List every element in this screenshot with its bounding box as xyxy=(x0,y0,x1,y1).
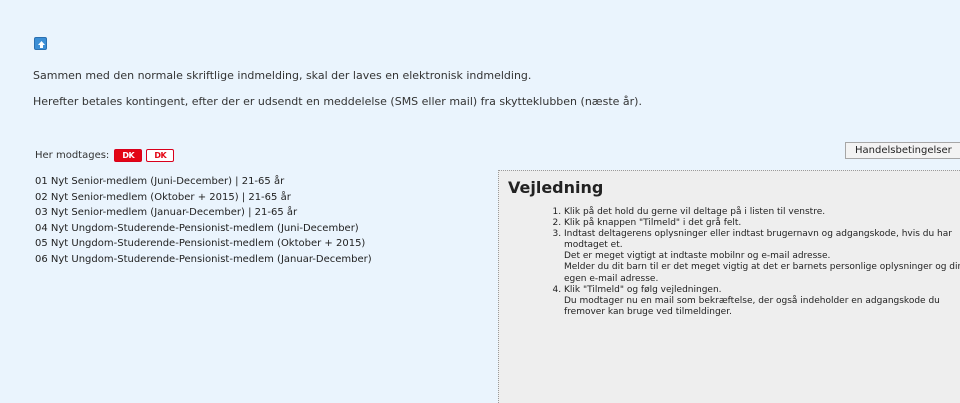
team-list-item[interactable]: 03 Nyt Senior-medlem (Januar-December) |… xyxy=(35,205,372,221)
visa-dankort-logo-text: DK xyxy=(154,151,167,160)
guide-step-note: Du modtager nu en mail som bekræftelse, … xyxy=(564,295,940,317)
guide-step-text: Klik på knappen "Tilmeld" i det grå felt… xyxy=(564,218,742,229)
guide-step: Indtast deltagerens oplysninger eller in… xyxy=(564,229,960,284)
guide-step-text: Klik "Tilmeld" og følg vejledningen. xyxy=(564,284,722,295)
arrow-up-glyph xyxy=(38,41,45,48)
guide-step-text: Indtast deltagerens oplysninger eller in… xyxy=(564,229,952,251)
team-list-item[interactable]: 06 Nyt Ungdom-Studerende-Pensionist-medl… xyxy=(35,252,372,268)
guide-step: Klik på knappen "Tilmeld" i det grå felt… xyxy=(564,218,960,229)
payment-methods: Her modtages: DK DK xyxy=(35,149,175,162)
team-list-item[interactable]: 01 Nyt Senior-medlem (Juni-December) | 2… xyxy=(35,174,372,190)
dankort-logo-text: DK xyxy=(122,151,135,160)
dankort-logo: DK xyxy=(114,149,143,162)
arrow-up-icon[interactable] xyxy=(34,37,47,50)
guide-step: Klik "Tilmeld" og følg vejledningen. Du … xyxy=(564,285,960,318)
intro-text-2: Herefter betales kontingent, efter der e… xyxy=(33,95,642,108)
team-list-item[interactable]: 05 Nyt Ungdom-Studerende-Pensionist-medl… xyxy=(35,236,372,252)
guide-steps: Klik på det hold du gerne vil deltage på… xyxy=(540,207,960,318)
guide-step: Klik på det hold du gerne vil deltage på… xyxy=(564,207,960,218)
payment-label: Her modtages: xyxy=(35,150,110,161)
guide-title: Vejledning xyxy=(508,178,604,197)
intro-text-1: Sammen med den normale skriftlige indmel… xyxy=(33,69,532,82)
team-list-item[interactable]: 04 Nyt Ungdom-Studerende-Pensionist-medl… xyxy=(35,221,372,237)
team-list: 01 Nyt Senior-medlem (Juni-December) | 2… xyxy=(35,174,372,268)
visa-dankort-logo: DK xyxy=(146,149,175,162)
guide-panel: Vejledning Klik på det hold du gerne vil… xyxy=(498,170,960,403)
guide-step-note: Det er meget vigtigt at indtaste mobilnr… xyxy=(564,251,831,262)
terms-button[interactable]: Handelsbetingelser xyxy=(845,142,960,159)
team-list-item[interactable]: 02 Nyt Senior-medlem (Oktober + 2015) | … xyxy=(35,190,372,206)
guide-step-note: Melder du dit barn til er det meget vigt… xyxy=(564,262,960,284)
guide-step-text: Klik på det hold du gerne vil deltage på… xyxy=(564,207,826,217)
